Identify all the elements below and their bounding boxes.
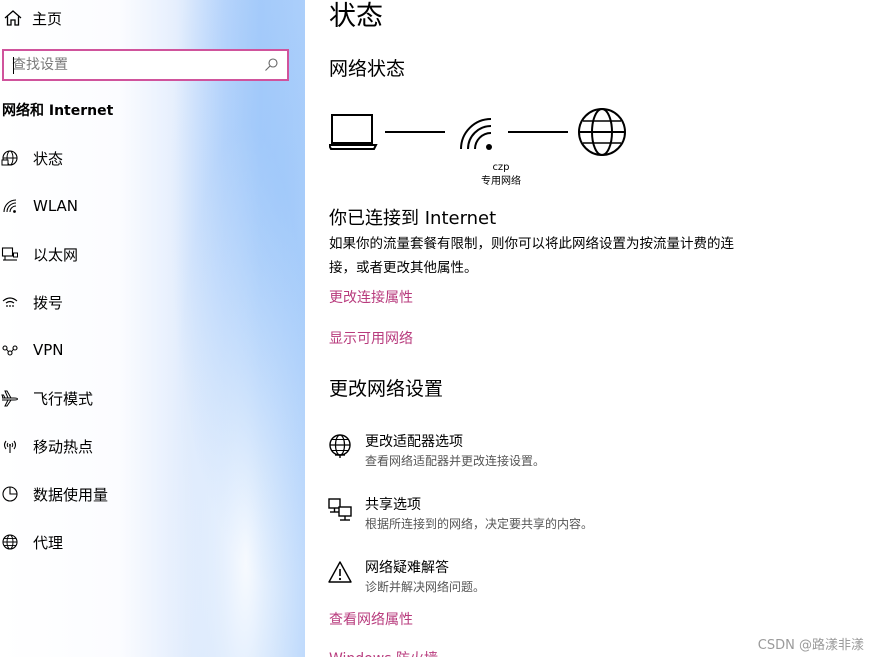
wifi-signal-icon	[460, 118, 492, 150]
search-box[interactable]	[2, 49, 289, 81]
vpn-icon	[2, 345, 18, 356]
sidebar-item-label: 数据使用量	[33, 485, 109, 504]
sidebar-item-ethernet[interactable]: 以太网	[0, 230, 300, 278]
sidebar: 主页 网络和 Internet 状态 WLA	[0, 0, 305, 657]
internet-globe-icon	[578, 108, 626, 156]
home-icon	[4, 10, 22, 26]
sidebar-item-label: 移动热点	[33, 437, 94, 456]
watermark: CSDN @路漾非漾	[757, 638, 864, 653]
sidebar-item-status[interactable]: 状态	[0, 134, 300, 182]
sidebar-item-proxy[interactable]: 代理	[0, 518, 300, 566]
network-diagram-graphic	[327, 108, 626, 156]
option-title: 网络疑难解答	[365, 560, 449, 576]
globe-icon	[2, 534, 18, 550]
change-adapter-options[interactable]: 更改适配器选项 查看网络适配器并更改连接设置。	[327, 431, 807, 481]
globe-status-icon	[1, 150, 18, 166]
sidebar-item-label: 代理	[33, 533, 64, 552]
option-title: 更改适配器选项	[365, 434, 463, 450]
text-caret	[13, 57, 14, 74]
network-name: czp	[492, 162, 510, 173]
show-available-networks-link[interactable]: 显示可用网络	[329, 328, 413, 348]
adapter-globe-icon	[329, 434, 351, 458]
page-title: 状态	[329, 1, 383, 32]
connection-status-description: 如果你的流量套餐有限制，则你可以将此网络设置为按流量计费的连接，或者更改其他属性…	[329, 236, 734, 276]
dialup-icon	[2, 297, 18, 307]
option-description: 查看网络适配器并更改连接设置。	[365, 454, 546, 468]
ethernet-icon	[1, 247, 18, 261]
network-status-heading: 网络状态	[329, 58, 406, 80]
sidebar-item-home[interactable]: 主页	[0, 0, 62, 36]
sidebar-item-label: WLAN	[33, 197, 79, 215]
sidebar-item-label: 状态	[33, 149, 64, 168]
sidebar-item-wlan[interactable]: WLAN	[0, 182, 300, 230]
change-network-settings-heading: 更改网络设置	[329, 378, 444, 400]
change-connection-properties-link[interactable]: 更改连接属性	[329, 287, 413, 307]
option-title: 共享选项	[365, 497, 421, 513]
sidebar-item-mobile-hotspot[interactable]: 移动热点	[0, 422, 300, 470]
sidebar-item-label: 以太网	[33, 245, 79, 264]
warning-icon	[328, 561, 352, 583]
data-usage-icon	[2, 486, 18, 502]
sidebar-item-label: 拨号	[33, 293, 64, 312]
option-description: 诊断并解决网络问题。	[365, 580, 486, 594]
section-title: 网络和 Internet	[2, 103, 114, 119]
sidebar-item-label: 飞行模式	[33, 389, 94, 408]
sidebar-item-dialup[interactable]: 拨号	[0, 278, 300, 326]
sidebar-item-label: VPN	[33, 341, 64, 359]
home-label: 主页	[32, 9, 63, 28]
hotspot-icon	[3, 440, 17, 453]
option-description: 根据所连接到的网络，决定要共享的内容。	[365, 517, 594, 531]
network-type: 专用网络	[481, 176, 521, 187]
network-troubleshooter[interactable]: 网络疑难解答 诊断并解决网络问题。	[327, 557, 807, 607]
sharing-options[interactable]: 共享选项 根据所连接到的网络，决定要共享的内容。	[327, 494, 807, 544]
connection-status-heading: 你已连接到 Internet	[329, 208, 497, 229]
search-icon[interactable]	[263, 57, 279, 73]
laptop-icon	[327, 114, 378, 150]
search-input[interactable]	[4, 51, 263, 79]
network-label: czp 专用网络	[461, 161, 541, 189]
view-network-properties-link[interactable]: 查看网络属性	[329, 609, 413, 629]
main-content: 状态 网络状态 czp 专用网络 你已连接到 Internet 如果你的流量套餐…	[305, 0, 870, 657]
airplane-icon	[1, 390, 19, 407]
sidebar-nav: 状态 WLAN 以太网 拨号 VPN 飞行模式 移动热点 数据使用量 代理	[0, 134, 300, 566]
sharing-icon	[328, 498, 352, 521]
wifi-icon	[3, 199, 17, 213]
windows-firewall-link[interactable]: Windows 防火墙	[329, 648, 438, 657]
sidebar-item-vpn[interactable]: VPN	[0, 326, 300, 374]
sidebar-item-data-usage[interactable]: 数据使用量	[0, 470, 300, 518]
network-diagram: czp 专用网络	[327, 105, 649, 195]
sidebar-item-airplane-mode[interactable]: 飞行模式	[0, 374, 300, 422]
